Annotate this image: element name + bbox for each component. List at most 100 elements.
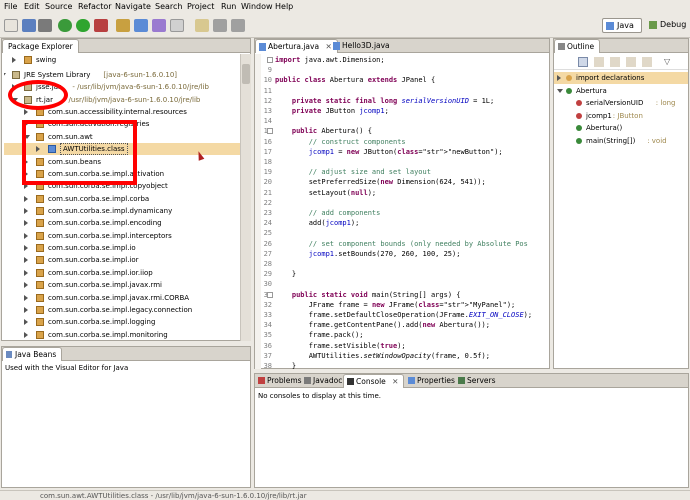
code-area[interactable]: 1import java.awt.Dimension;910public cla…: [255, 55, 549, 369]
expand-arrow-icon[interactable]: [24, 233, 28, 239]
tab-console[interactable]: Console ✕: [343, 374, 405, 388]
tab-package-explorer[interactable]: Package Explorer: [2, 39, 79, 53]
menu-help[interactable]: Help: [275, 2, 293, 11]
outline-item[interactable]: Abertura: [554, 85, 688, 97]
debug-perspective-button[interactable]: Debug: [646, 18, 688, 33]
tree-item[interactable]: swing: [4, 54, 240, 66]
expand-arrow-icon[interactable]: [24, 245, 28, 251]
expand-arrow-icon[interactable]: [24, 109, 28, 115]
tree-item[interactable]: com.sun.corba.se.impl.dynamicany: [4, 205, 240, 217]
open-type-icon[interactable]: [152, 19, 166, 32]
code-line[interactable]: public Abertura() {: [275, 126, 372, 136]
fold-icon[interactable]: [267, 291, 273, 298]
code-line[interactable]: // adjust size and set layout: [275, 167, 431, 177]
expand-arrow-icon[interactable]: [24, 332, 28, 338]
code-line[interactable]: add(jcomp1);: [275, 218, 360, 228]
tree-item[interactable]: com.sun.corba.se.impl.logging: [4, 316, 240, 328]
fold-icon[interactable]: [267, 128, 273, 135]
back-icon[interactable]: [213, 19, 227, 32]
code-line[interactable]: jcomp1 = new JButton(class="str">"newBut…: [275, 147, 503, 157]
menu-file[interactable]: File: [4, 2, 17, 11]
tree-item[interactable]: com.sun.corba.se.impl.javax.rmi: [4, 279, 240, 291]
code-line[interactable]: public static void main(String[] args) {: [275, 290, 461, 300]
code-line[interactable]: private static final long serialVersionU…: [275, 96, 494, 106]
sort-icon[interactable]: [578, 57, 588, 67]
menu-edit[interactable]: Edit: [24, 2, 40, 11]
tab-problems[interactable]: Problems: [255, 374, 307, 388]
print-icon[interactable]: [38, 19, 52, 32]
expand-arrow-icon[interactable]: [12, 57, 16, 63]
new-icon[interactable]: [4, 19, 18, 32]
tree-item[interactable]: com.sun.corba.se.impl.javax.rmi.CORBA: [4, 292, 240, 304]
tree-scrollbar[interactable]: [240, 54, 251, 341]
outline-item[interactable]: Abertura(): [554, 122, 688, 134]
code-line[interactable]: setPreferredSize(new Dimension(624, 541)…: [275, 177, 486, 187]
code-line[interactable]: frame.pack();: [275, 330, 364, 340]
forward-icon[interactable]: [231, 19, 245, 32]
menu-search[interactable]: Search: [155, 2, 182, 11]
new-java-project-icon[interactable]: [116, 19, 130, 32]
tab-hello3d-java[interactable]: Hello3D.java: [330, 39, 395, 53]
tree-item[interactable]: com.sun.corba.se.impl.monitoring: [4, 329, 240, 341]
run-icon[interactable]: [76, 19, 90, 32]
java-perspective-button[interactable]: Java: [602, 18, 642, 33]
code-line[interactable]: JFrame frame = new JFrame(class="str">"M…: [275, 300, 516, 310]
outline-item[interactable]: import declarations: [554, 72, 688, 84]
annotation-icon[interactable]: [195, 19, 209, 32]
tree-item[interactable]: com.sun.corba.se.impl.legacy.connection: [4, 304, 240, 316]
code-line[interactable]: frame.setVisible(true);: [275, 341, 406, 351]
code-line[interactable]: }: [275, 269, 296, 279]
tab-servers[interactable]: Servers: [455, 374, 501, 388]
tab-abertura-java[interactable]: Abertura.java ✕: [255, 39, 338, 53]
tree-item[interactable]: com.sun.corba.se.impl.encoding: [4, 217, 240, 229]
debug-icon[interactable]: [58, 19, 72, 32]
collapse-arrow-icon[interactable]: [4, 73, 6, 77]
hide-nonpublic-icon[interactable]: [626, 57, 636, 67]
menu-navigate[interactable]: Navigate: [115, 2, 151, 11]
hide-local-types-icon[interactable]: [642, 57, 652, 67]
view-menu-icon[interactable]: ▽: [664, 57, 674, 67]
tab-javadoc[interactable]: Javadoc: [301, 374, 347, 388]
outline-item[interactable]: serialVersionUID : long: [554, 97, 688, 109]
expand-arrow-icon[interactable]: [24, 220, 28, 226]
hide-fields-icon[interactable]: [594, 57, 604, 67]
collapse-arrow-icon[interactable]: [557, 88, 563, 93]
menu-window[interactable]: Window: [241, 2, 273, 11]
expand-arrow-icon[interactable]: [24, 282, 28, 288]
expand-arrow-icon[interactable]: [24, 307, 28, 313]
code-line[interactable]: AWTUtilities.setWindowOpacity(frame, 0.5…: [275, 351, 490, 361]
hide-static-icon[interactable]: [610, 57, 620, 67]
menu-project[interactable]: Project: [187, 2, 214, 11]
expand-arrow-icon[interactable]: [24, 270, 28, 276]
tab-java-beans[interactable]: Java Beans: [2, 347, 63, 361]
code-line[interactable]: // add components: [275, 208, 381, 218]
tab-properties[interactable]: Properties: [405, 374, 460, 388]
tree-item[interactable]: com.sun.corba.se.impl.io: [4, 242, 240, 254]
tree-item[interactable]: com.sun.corba.se.impl.interceptors: [4, 230, 240, 242]
expand-arrow-icon[interactable]: [24, 295, 28, 301]
tree-item[interactable]: com.sun.corba.se.impl.ior.iiop: [4, 267, 240, 279]
expand-arrow-icon[interactable]: [557, 75, 561, 81]
code-line[interactable]: // construct components: [275, 137, 406, 147]
menu-refactor[interactable]: Refactor: [78, 2, 112, 11]
tab-outline[interactable]: Outline: [554, 39, 601, 53]
expand-arrow-icon[interactable]: [24, 319, 28, 325]
tree-item[interactable]: com.sun.corba.se.impl.corba: [4, 193, 240, 205]
outline-item[interactable]: main(String[]) : void: [554, 135, 688, 147]
fold-icon[interactable]: [267, 57, 273, 63]
code-line[interactable]: frame.getContentPane().add(new Abertura(…: [275, 320, 490, 330]
expand-arrow-icon[interactable]: [24, 208, 28, 214]
tree-item[interactable]: com.sun.corba.se.impl.ior: [4, 254, 240, 266]
search-icon[interactable]: [170, 19, 184, 32]
menu-run[interactable]: Run: [221, 2, 236, 11]
code-line[interactable]: frame.setDefaultCloseOperation(JFrame.EX…: [275, 310, 532, 320]
tree-scrollbar-thumb[interactable]: [242, 64, 250, 84]
expand-arrow-icon[interactable]: [24, 257, 28, 263]
expand-arrow-icon[interactable]: [24, 196, 28, 202]
code-line[interactable]: private JButton jcomp1;: [275, 106, 389, 116]
code-line[interactable]: // set component bounds (only needed by …: [275, 239, 528, 249]
menu-source[interactable]: Source: [45, 2, 72, 11]
code-line[interactable]: }: [275, 361, 296, 369]
code-line[interactable]: setLayout(null);: [275, 188, 376, 198]
code-line[interactable]: import java.awt.Dimension;: [275, 55, 385, 65]
